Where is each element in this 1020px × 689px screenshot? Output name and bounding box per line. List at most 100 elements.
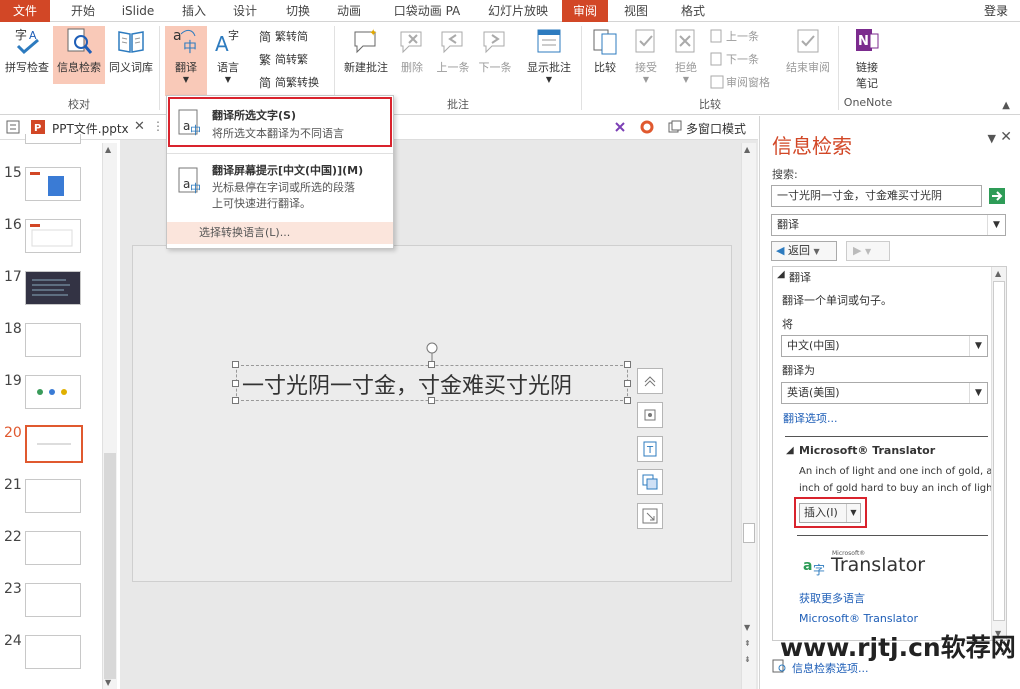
search-input[interactable]: 一寸光阴一寸金，寸金难买寸光阴 (771, 185, 982, 207)
ms-translator-link[interactable]: Microsoft® Translator (799, 612, 918, 625)
get-more-languages-link[interactable]: 获取更多语言 (799, 590, 865, 606)
forward-button[interactable]: ▶ ▼ (846, 241, 890, 261)
spell-check-button[interactable]: 字A 拼写检查 (2, 26, 52, 75)
service-select[interactable]: 翻译 ▼ (771, 214, 1006, 236)
multi-window-mode-button[interactable]: 多窗口模式 (686, 120, 746, 137)
collapse-tool-icon[interactable] (637, 368, 663, 394)
resize-handle[interactable] (624, 397, 631, 404)
next-change-label: 下一条 (726, 53, 759, 66)
slide-thumbnail-15[interactable] (25, 167, 81, 201)
tab-pocket-animation[interactable]: 口袋动画 PA (382, 0, 472, 22)
section-collapse-icon[interactable]: ◢ (786, 445, 794, 456)
translation-options-link[interactable]: 翻译选项... (783, 410, 838, 426)
tab-format[interactable]: 格式 (670, 0, 716, 22)
scroll-up-icon[interactable]: ▲ (995, 269, 1001, 278)
previous-slide-icon[interactable]: ⇞ (744, 639, 751, 648)
tab-islide[interactable]: iSlide (112, 0, 164, 22)
slide-thumbnail-18[interactable] (25, 323, 81, 357)
slide-scroll-thumb[interactable] (743, 523, 755, 543)
from-language-select[interactable]: 中文(中国) ▼ (781, 335, 988, 357)
slide-thumbnail-21[interactable] (25, 479, 81, 513)
slide-thumbnail-20-selected[interactable] (25, 425, 83, 463)
results-scrollbar[interactable]: ▲ ▼ (991, 267, 1006, 640)
trad-to-simp-label: 繁转简 (275, 30, 308, 43)
results-scroll-thumb[interactable] (993, 281, 1005, 621)
pin-icon[interactable] (613, 120, 627, 137)
previous-change-button[interactable]: 上一条 (710, 28, 759, 46)
slide-thumbnail-19[interactable] (25, 375, 81, 409)
resize-handle[interactable] (232, 397, 239, 404)
more-tabs-icon[interactable]: ⋮ (152, 119, 164, 133)
tab-review[interactable]: 审阅 (562, 0, 608, 22)
to-language-select[interactable]: 英语(美国) ▼ (781, 382, 988, 404)
trad-to-simp-button[interactable]: 简繁转简 (259, 28, 308, 46)
tab-animations[interactable]: 动画 (326, 0, 372, 22)
text-tool-icon[interactable]: T (637, 436, 663, 462)
translate-button[interactable]: a中 翻译 ▼ (165, 26, 207, 96)
tab-transitions[interactable]: 切换 (276, 0, 320, 22)
compare-button[interactable]: 比较 (586, 26, 624, 75)
menu-choose-language[interactable]: 选择转换语言(L)... (167, 222, 393, 244)
slide-thumbnail-22[interactable] (25, 531, 81, 565)
slide-thumbnail-16[interactable] (25, 219, 81, 253)
thumbnail-scrollbar[interactable]: ▲ ▼ (102, 143, 117, 689)
next-comment-button[interactable]: 下一条 (475, 26, 515, 75)
arrange-tool-icon[interactable] (637, 469, 663, 495)
language-button[interactable]: A字 语言 ▼ (210, 26, 246, 84)
delete-comment-button[interactable]: 删除 (394, 26, 430, 75)
resize-handle[interactable] (232, 361, 239, 368)
convert-button[interactable]: 简简繁转换 (259, 74, 319, 92)
next-change-button[interactable]: 下一条 (710, 51, 759, 69)
resize-handle[interactable] (232, 380, 239, 387)
section-collapse-icon[interactable]: ◢ (777, 269, 785, 280)
tab-insert[interactable]: 插入 (172, 0, 216, 22)
svg-text:简: 简 (259, 30, 271, 43)
collapse-ribbon-icon[interactable]: ▲ (1002, 100, 1010, 111)
login-link[interactable]: 登录 (984, 0, 1020, 22)
svg-text:a: a (173, 28, 182, 44)
from-language-label: 将 (782, 318, 793, 331)
resize-handle[interactable] (624, 361, 631, 368)
expand-tool-icon[interactable] (637, 503, 663, 529)
tab-file[interactable]: 文件 (0, 0, 50, 22)
accept-button[interactable]: 接受 ▼ (628, 26, 664, 84)
tab-slideshow[interactable]: 幻灯片放映 (478, 0, 558, 22)
ribbon-tab-bar: 文件 开始 iSlide 插入 设计 切换 动画 口袋动画 PA 幻灯片放映 审… (0, 0, 1020, 22)
thumbnail-scroll-thumb[interactable] (104, 453, 116, 679)
slide-thumbnail-14[interactable] (25, 134, 81, 144)
back-button[interactable]: ◀ 返回 ▼ (771, 241, 837, 261)
resize-handle[interactable] (624, 380, 631, 387)
scroll-down-icon[interactable]: ▼ (744, 623, 750, 632)
rotate-handle-icon[interactable] (425, 341, 439, 364)
scroll-up-icon[interactable]: ▲ (744, 145, 750, 154)
slide-thumbnail-23[interactable] (25, 583, 81, 617)
new-comment-button[interactable]: ✦ 新建批注 (340, 26, 392, 75)
reject-button[interactable]: 拒绝 ▼ (668, 26, 704, 84)
show-comments-label: 显示批注 (527, 61, 571, 74)
reviewing-pane-button[interactable]: 审阅窗格 (710, 74, 770, 92)
tab-view[interactable]: 视图 (614, 0, 658, 22)
tab-home[interactable]: 开始 (60, 0, 106, 22)
close-pane-icon[interactable]: ✕ (1000, 129, 1012, 145)
tab-design[interactable]: 设计 (222, 0, 268, 22)
simp-to-trad-button[interactable]: 繁简转繁 (259, 51, 308, 69)
search-go-icon[interactable] (989, 188, 1005, 204)
scroll-up-icon[interactable]: ▲ (105, 145, 111, 154)
scroll-down-icon[interactable]: ▼ (105, 678, 111, 687)
settings-gear-icon[interactable] (640, 120, 654, 137)
outline-view-icon[interactable] (6, 120, 20, 137)
slide-scrollbar[interactable]: ▲ ▼ ⇞ ⇟ (741, 143, 756, 689)
linked-notes-button[interactable]: N 链接 笔记 (846, 26, 888, 91)
menu-mini-translator[interactable]: a中 翻译屏幕提示[中文(中国)](M) 光标悬停在字词或所选的段落 上可快速进… (167, 156, 393, 216)
close-tab-icon[interactable]: ✕ (134, 119, 145, 134)
pane-options-icon[interactable]: ▼ (988, 132, 996, 145)
thesaurus-button[interactable]: 同义词库 (106, 26, 156, 75)
slide-thumbnail-17[interactable] (25, 271, 81, 305)
research-button[interactable]: 信息检索 (53, 26, 105, 84)
end-review-button[interactable]: 结束审阅 (782, 26, 834, 75)
next-slide-icon[interactable]: ⇟ (744, 655, 751, 664)
previous-comment-button[interactable]: 上一条 (433, 26, 473, 75)
show-comments-button[interactable]: 显示批注 ▼ (522, 26, 576, 84)
layout-options-icon[interactable] (637, 402, 663, 428)
slide-thumbnail-24[interactable] (25, 635, 81, 669)
